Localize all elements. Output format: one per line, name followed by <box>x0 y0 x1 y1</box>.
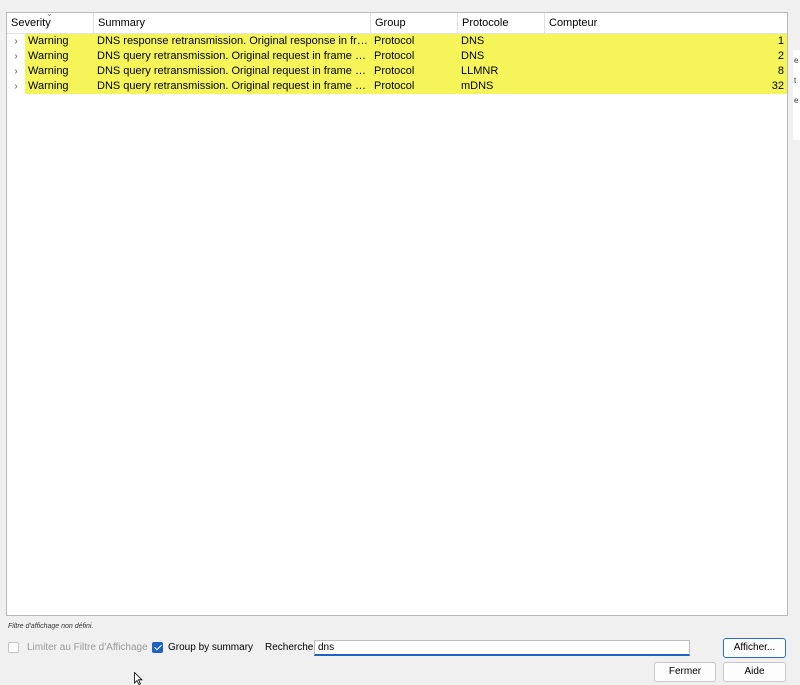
table-row[interactable]: › Warning DNS response retransmission. O… <box>7 34 787 49</box>
protocol-cell: mDNS <box>458 79 545 94</box>
table-body: › Warning DNS response retransmission. O… <box>7 34 787 94</box>
severity-cell: Warning <box>25 64 94 79</box>
column-header-severity[interactable]: ⌄ Severity <box>7 13 94 34</box>
column-header-group[interactable]: Group <box>371 13 458 34</box>
background-window-edge: e t e <box>793 50 800 140</box>
count-cell: 32 <box>545 79 787 94</box>
bottom-controls: Limiter au Filtre d'Affichage Group by s… <box>6 638 796 658</box>
expand-chevron-icon[interactable]: › <box>7 49 25 64</box>
protocol-cell: LLMNR <box>458 64 545 79</box>
group-cell: Protocol <box>371 79 458 94</box>
summary-cell: DNS response retransmission. Original re… <box>94 34 371 49</box>
table-row[interactable]: › Warning DNS query retransmission. Orig… <box>7 49 787 64</box>
count-cell: 1 <box>545 34 787 49</box>
search-input[interactable] <box>314 640 690 656</box>
group-by-summary-checkbox[interactable] <box>152 642 163 653</box>
mouse-cursor-icon <box>134 672 143 685</box>
help-button[interactable]: Aide <box>723 662 786 682</box>
table-header: ⌄ Severity Summary Group Protocole Compt… <box>7 13 787 34</box>
count-cell: 2 <box>545 49 787 64</box>
group-cell: Protocol <box>371 64 458 79</box>
group-by-summary-label: Group by summary <box>168 642 254 653</box>
severity-cell: Warning <box>25 79 94 94</box>
limit-filter-label: Limiter au Filtre d'Affichage <box>27 642 148 653</box>
expand-chevron-icon[interactable]: › <box>7 64 25 79</box>
limit-filter-checkbox[interactable] <box>8 642 19 653</box>
protocol-cell: DNS <box>458 49 545 64</box>
summary-cell: DNS query retransmission. Original reque… <box>94 79 371 94</box>
severity-cell: Warning <box>25 34 94 49</box>
group-cell: Protocol <box>371 34 458 49</box>
column-header-summary[interactable]: Summary <box>94 13 371 34</box>
afficher-button[interactable]: Afficher... <box>723 638 786 658</box>
expand-chevron-icon[interactable]: › <box>7 79 25 94</box>
table-row[interactable]: › Warning DNS query retransmission. Orig… <box>7 64 787 79</box>
close-button[interactable]: Fermer <box>654 662 716 682</box>
summary-cell: DNS query retransmission. Original reque… <box>94 49 371 64</box>
search-label: Recherche: <box>265 642 317 653</box>
summary-cell: DNS query retransmission. Original reque… <box>94 64 371 79</box>
expand-chevron-icon[interactable]: › <box>7 34 25 49</box>
status-text: Filtre d'affichage non défini. <box>8 623 94 630</box>
sort-indicator-icon: ⌄ <box>46 13 53 18</box>
expert-info-table: ⌄ Severity Summary Group Protocole Compt… <box>6 12 788 616</box>
table-row[interactable]: › Warning DNS query retransmission. Orig… <box>7 79 787 94</box>
column-header-count[interactable]: Compteur <box>545 13 787 34</box>
group-cell: Protocol <box>371 49 458 64</box>
count-cell: 8 <box>545 64 787 79</box>
column-header-protocol[interactable]: Protocole <box>458 13 545 34</box>
protocol-cell: DNS <box>458 34 545 49</box>
severity-cell: Warning <box>25 49 94 64</box>
